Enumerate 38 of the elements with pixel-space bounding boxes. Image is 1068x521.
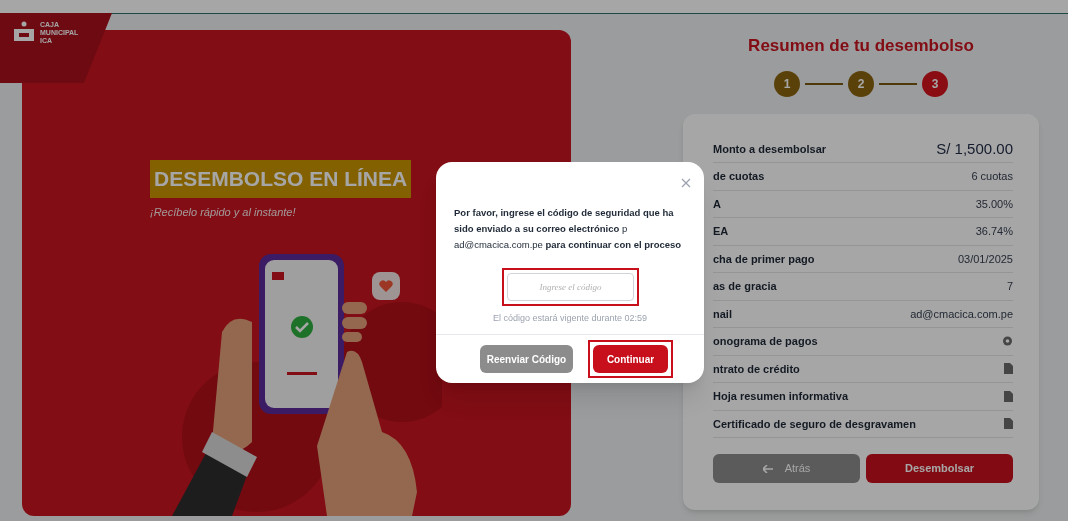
timer-text: El código estará vigente durante 02:59: [491, 312, 649, 325]
code-input-field[interactable]: Ingrese el código: [507, 273, 634, 301]
summary-title: Resumen de tu desembolso: [748, 35, 974, 57]
row-label: onograma de pagos: [713, 334, 818, 349]
row-label: Certificado de seguro de desgravamen: [713, 416, 916, 432]
row-label: de cuotas: [713, 169, 765, 184]
arrow-left-icon: [762, 464, 773, 473]
row-value: 6 cuotas: [971, 169, 1013, 184]
hero-title: DESEMBOLSO EN LÍNEA: [150, 160, 412, 198]
resend-code-button[interactable]: Reenviar Código: [480, 345, 573, 373]
row-label: A: [713, 196, 721, 212]
row-value: 35.00%: [975, 196, 1013, 212]
row-value: ad@cmacica.com.pe: [910, 306, 1013, 322]
eye-icon[interactable]: [1002, 336, 1013, 347]
row-value: 36.74%: [975, 224, 1013, 239]
amount-value: S/ 1,500.00: [936, 138, 1013, 159]
document-icon[interactable]: [1004, 390, 1013, 402]
row-value: 7: [1006, 279, 1013, 294]
document-icon[interactable]: [1004, 363, 1013, 375]
continue-button[interactable]: Continuar: [593, 345, 668, 373]
row-label: cha de primer pago: [713, 251, 815, 267]
heart-icon: [379, 280, 393, 292]
row-label: ntrato de crédito: [713, 361, 800, 377]
logo-icon: [12, 21, 36, 43]
row-label: nail: [713, 306, 732, 322]
hero-subtitle: ¡Recíbelo rápido y al instante!: [150, 205, 296, 220]
step-connector: [805, 82, 843, 85]
close-icon[interactable]: [681, 178, 691, 188]
back-button[interactable]: Atrás: [713, 454, 860, 483]
disburse-button[interactable]: Desembolsar: [866, 454, 1013, 483]
step-connector: [879, 82, 917, 85]
row-label: Hoja resumen informativa: [713, 389, 849, 404]
row-value: 03/01/2025: [957, 251, 1013, 267]
document-icon[interactable]: [1004, 418, 1013, 430]
row-label: as de gracia: [713, 279, 777, 294]
dialog-message: Por favor, ingrese el código de seguridad que ha sido enviado a su correo electrónico p ad@cmacica.com.pe para continuar con el proceso: [454, 206, 683, 252]
row-label: EA: [713, 224, 729, 239]
row-label: Monto a desembolsar: [713, 141, 827, 157]
